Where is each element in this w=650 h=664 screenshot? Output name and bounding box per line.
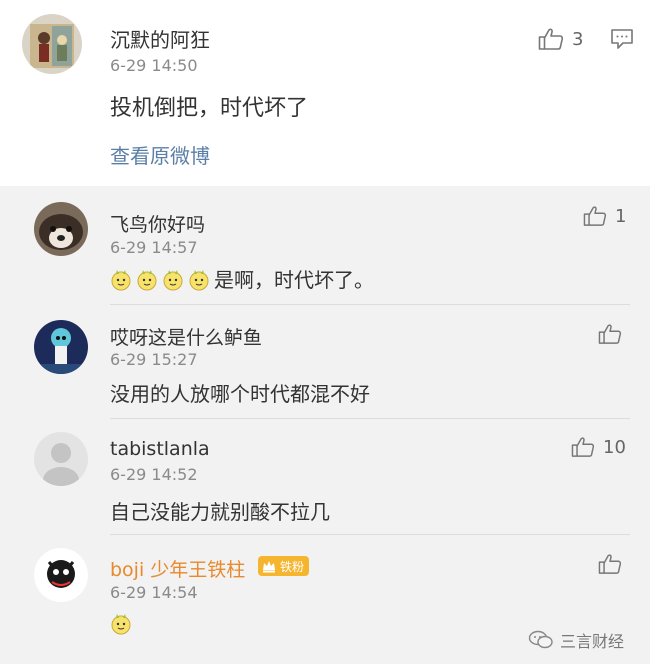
username[interactable]: 沉默的阿狂 — [110, 24, 210, 53]
wechat-icon — [528, 630, 553, 649]
comment-text-body: 是啊，时代坏了。 — [214, 268, 374, 292]
comment-text — [110, 612, 136, 636]
avatar[interactable] — [34, 202, 88, 256]
reply-button[interactable] — [610, 28, 634, 54]
view-original-link[interactable]: 查看原微博 — [110, 140, 210, 169]
thumbs-up-icon — [538, 28, 564, 50]
timestamp: 6-29 15:27 — [110, 350, 198, 369]
comment-icon — [611, 29, 633, 49]
timestamp: 6-29 14:57 — [110, 238, 198, 257]
divider — [110, 418, 630, 419]
username[interactable]: 哎呀这是什么鲈鱼 — [110, 323, 262, 350]
like-button[interactable] — [598, 553, 622, 575]
like-button[interactable]: 10 — [571, 436, 626, 458]
watermark-label: 三言财经 — [560, 632, 625, 651]
divider — [110, 304, 630, 305]
like-count: 3 — [572, 28, 584, 50]
comment-text: 没用的人放哪个时代都混不好 — [110, 382, 370, 406]
timestamp: 6-29 14:54 — [110, 583, 198, 602]
divider — [110, 534, 630, 535]
avatar[interactable] — [34, 432, 88, 486]
timestamp: 6-29 14:52 — [110, 465, 198, 484]
crown-icon — [263, 561, 275, 573]
username[interactable]: 飞鸟你好吗 — [110, 210, 205, 237]
username[interactable]: boji 少年王铁柱 — [110, 555, 245, 582]
like-button[interactable]: 3 — [538, 27, 583, 51]
watermark: 三言财经 — [528, 628, 624, 652]
avatar[interactable] — [34, 320, 88, 374]
like-button[interactable] — [598, 323, 622, 345]
fan-badge: 铁粉 — [258, 556, 310, 576]
doge-face-icon — [110, 613, 132, 635]
timestamp: 6-29 14:50 — [110, 56, 198, 75]
avatar[interactable] — [34, 548, 88, 602]
comment-text: 是啊，时代坏了。 — [110, 264, 374, 293]
like-count: 10 — [603, 436, 626, 458]
badge-label: 铁粉 — [280, 559, 305, 574]
comment-text: 自己没能力就别酸不拉几 — [110, 500, 330, 524]
doge-face-icon — [136, 269, 158, 291]
thumbs-up-icon — [571, 437, 595, 457]
doge-face-icon — [162, 269, 184, 291]
username[interactable]: tabistlanla — [110, 438, 210, 460]
doge-face-icon — [188, 269, 210, 291]
doge-face-icon — [110, 269, 132, 291]
like-button[interactable]: 1 — [583, 205, 626, 227]
main-comment-card: 沉默的阿狂 6-29 14:50 3 投机倒把，时代坏了 查看原微博 — [0, 0, 650, 186]
thumbs-up-icon — [583, 206, 607, 226]
avatar[interactable] — [22, 14, 82, 74]
comment-text: 投机倒把，时代坏了 — [110, 96, 309, 121]
thumbs-up-icon — [598, 554, 622, 574]
thumbs-up-icon — [598, 324, 622, 344]
like-count: 1 — [615, 205, 627, 227]
